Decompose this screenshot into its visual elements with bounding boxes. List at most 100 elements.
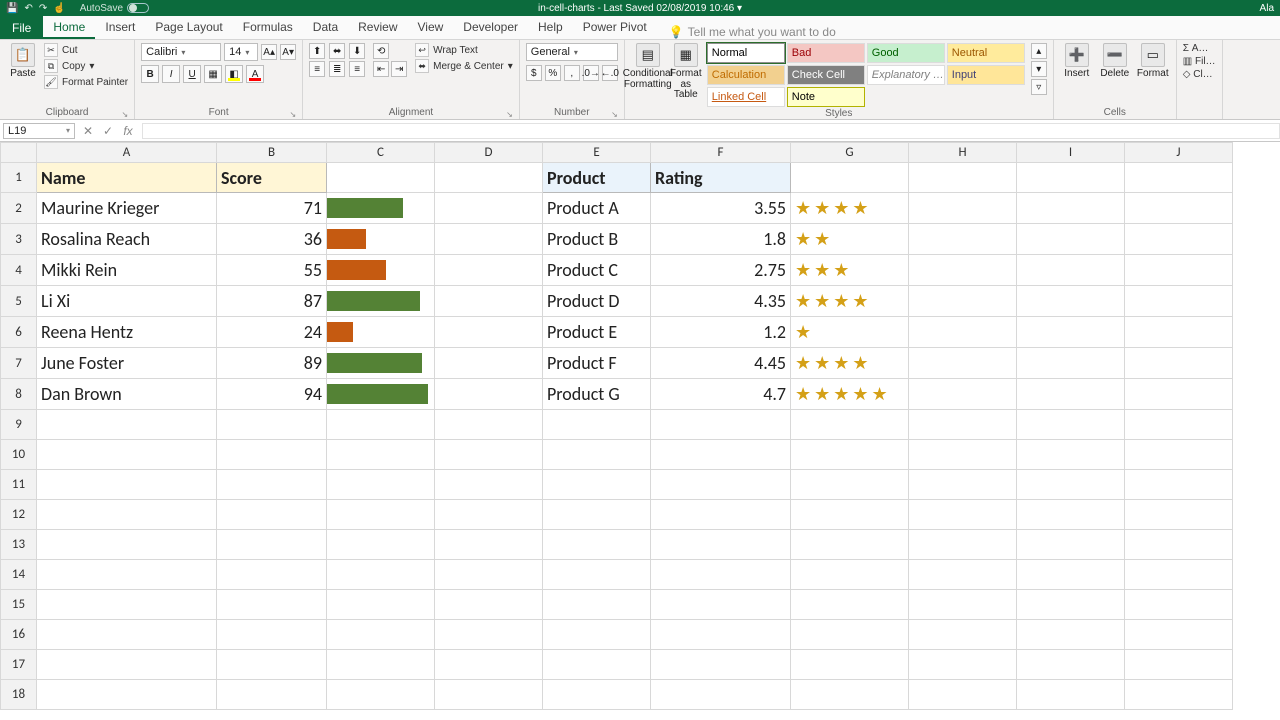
cell-D13[interactable] bbox=[435, 530, 543, 560]
tell-me-search[interactable]: 💡 Tell me what you want to do bbox=[669, 25, 836, 39]
cell-A18[interactable] bbox=[37, 680, 217, 710]
cell-A11[interactable] bbox=[37, 470, 217, 500]
cell-H5[interactable] bbox=[909, 286, 1017, 317]
cell-A14[interactable] bbox=[37, 560, 217, 590]
row-header-17[interactable]: 17 bbox=[1, 650, 37, 680]
cell-J9[interactable] bbox=[1125, 410, 1233, 440]
insert-function-icon[interactable]: fx bbox=[118, 124, 138, 138]
cell-G7[interactable]: ★★★★ bbox=[791, 348, 909, 379]
style-explanatory-[interactable]: Explanatory … bbox=[867, 65, 945, 85]
col-header-B[interactable]: B bbox=[217, 143, 327, 163]
cell-B13[interactable] bbox=[217, 530, 327, 560]
undo-icon[interactable]: ↶ bbox=[24, 3, 32, 14]
cell-A3[interactable]: Rosalina Reach bbox=[37, 224, 217, 255]
tab-power-pivot[interactable]: Power Pivot bbox=[573, 17, 657, 39]
cell-D8[interactable] bbox=[435, 379, 543, 410]
col-header-C[interactable]: C bbox=[327, 143, 435, 163]
cell-E11[interactable] bbox=[543, 470, 651, 500]
insert-cells-button[interactable]: ➕Insert bbox=[1060, 43, 1094, 106]
cell-B10[interactable] bbox=[217, 440, 327, 470]
cell-B11[interactable] bbox=[217, 470, 327, 500]
col-header-F[interactable]: F bbox=[651, 143, 791, 163]
cell-J2[interactable] bbox=[1125, 193, 1233, 224]
cell-H10[interactable] bbox=[909, 440, 1017, 470]
increase-decimal-button[interactable]: .0→ bbox=[583, 65, 599, 81]
cell-G10[interactable] bbox=[791, 440, 909, 470]
cell-B9[interactable] bbox=[217, 410, 327, 440]
orientation-button[interactable]: ⟲ bbox=[373, 43, 389, 59]
cell-G18[interactable] bbox=[791, 680, 909, 710]
font-name-combo[interactable]: Calibri▾ bbox=[141, 43, 221, 61]
cell-B3[interactable]: 36 bbox=[217, 224, 327, 255]
cell-A10[interactable] bbox=[37, 440, 217, 470]
font-color-button[interactable]: A bbox=[246, 65, 264, 83]
cell-J7[interactable] bbox=[1125, 348, 1233, 379]
tab-review[interactable]: Review bbox=[348, 17, 407, 39]
cell-G11[interactable] bbox=[791, 470, 909, 500]
row-header-3[interactable]: 3 bbox=[1, 224, 37, 255]
cell-G8[interactable]: ★★★★★ bbox=[791, 379, 909, 410]
col-header-G[interactable]: G bbox=[791, 143, 909, 163]
cell-G5[interactable]: ★★★★ bbox=[791, 286, 909, 317]
cell-D1[interactable] bbox=[435, 163, 543, 193]
cell-F11[interactable] bbox=[651, 470, 791, 500]
cell-C4[interactable] bbox=[327, 255, 435, 286]
cell-styles-gallery[interactable]: NormalBadGoodNeutralCalculationCheck Cel… bbox=[707, 43, 1025, 107]
cell-E9[interactable] bbox=[543, 410, 651, 440]
fill-button[interactable]: ▥ Fil… bbox=[1183, 56, 1216, 67]
cell-J11[interactable] bbox=[1125, 470, 1233, 500]
cell-H16[interactable] bbox=[909, 620, 1017, 650]
cell-A7[interactable]: June Foster bbox=[37, 348, 217, 379]
cell-I6[interactable] bbox=[1017, 317, 1125, 348]
autosave-toggle[interactable] bbox=[127, 3, 149, 13]
cell-C10[interactable] bbox=[327, 440, 435, 470]
cell-C1[interactable] bbox=[327, 163, 435, 193]
format-cells-button[interactable]: ▭Format bbox=[1136, 43, 1170, 106]
decrease-font-button[interactable]: A▾ bbox=[280, 44, 296, 60]
cell-H11[interactable] bbox=[909, 470, 1017, 500]
format-as-table-button[interactable]: ▦ Format as Table bbox=[669, 43, 703, 107]
cell-E6[interactable]: Product E bbox=[543, 317, 651, 348]
cell-I13[interactable] bbox=[1017, 530, 1125, 560]
cell-J15[interactable] bbox=[1125, 590, 1233, 620]
cell-C12[interactable] bbox=[327, 500, 435, 530]
fill-color-button[interactable]: ◧ bbox=[225, 65, 243, 83]
cell-A16[interactable] bbox=[37, 620, 217, 650]
col-header-E[interactable]: E bbox=[543, 143, 651, 163]
name-box[interactable]: L19▾ bbox=[3, 123, 75, 139]
cell-J3[interactable] bbox=[1125, 224, 1233, 255]
cell-G17[interactable] bbox=[791, 650, 909, 680]
cell-C16[interactable] bbox=[327, 620, 435, 650]
cell-I2[interactable] bbox=[1017, 193, 1125, 224]
cell-D12[interactable] bbox=[435, 500, 543, 530]
cell-A17[interactable] bbox=[37, 650, 217, 680]
cell-B18[interactable] bbox=[217, 680, 327, 710]
align-bottom-button[interactable]: ⬇ bbox=[349, 43, 365, 59]
cell-I3[interactable] bbox=[1017, 224, 1125, 255]
row-header-1[interactable]: 1 bbox=[1, 163, 37, 193]
decrease-indent-button[interactable]: ⇤ bbox=[373, 61, 389, 77]
row-header-15[interactable]: 15 bbox=[1, 590, 37, 620]
cell-C14[interactable] bbox=[327, 560, 435, 590]
cell-A12[interactable] bbox=[37, 500, 217, 530]
cell-D9[interactable] bbox=[435, 410, 543, 440]
bold-button[interactable]: B bbox=[141, 65, 159, 83]
cell-D18[interactable] bbox=[435, 680, 543, 710]
cell-H7[interactable] bbox=[909, 348, 1017, 379]
tab-page-layout[interactable]: Page Layout bbox=[145, 17, 232, 39]
cell-D17[interactable] bbox=[435, 650, 543, 680]
cell-C6[interactable] bbox=[327, 317, 435, 348]
cell-I15[interactable] bbox=[1017, 590, 1125, 620]
worksheet[interactable]: ABCDEFGHIJ1NameScoreProductRating2Maurin… bbox=[0, 142, 1280, 720]
col-header-D[interactable]: D bbox=[435, 143, 543, 163]
cell-E13[interactable] bbox=[543, 530, 651, 560]
cell-E15[interactable] bbox=[543, 590, 651, 620]
cell-G16[interactable] bbox=[791, 620, 909, 650]
style-neutral[interactable]: Neutral bbox=[947, 43, 1025, 63]
tab-data[interactable]: Data bbox=[303, 17, 348, 39]
cell-A4[interactable]: Mikki Rein bbox=[37, 255, 217, 286]
cell-B12[interactable] bbox=[217, 500, 327, 530]
cell-J10[interactable] bbox=[1125, 440, 1233, 470]
cell-F5[interactable]: 4.35 bbox=[651, 286, 791, 317]
cell-A8[interactable]: Dan Brown bbox=[37, 379, 217, 410]
